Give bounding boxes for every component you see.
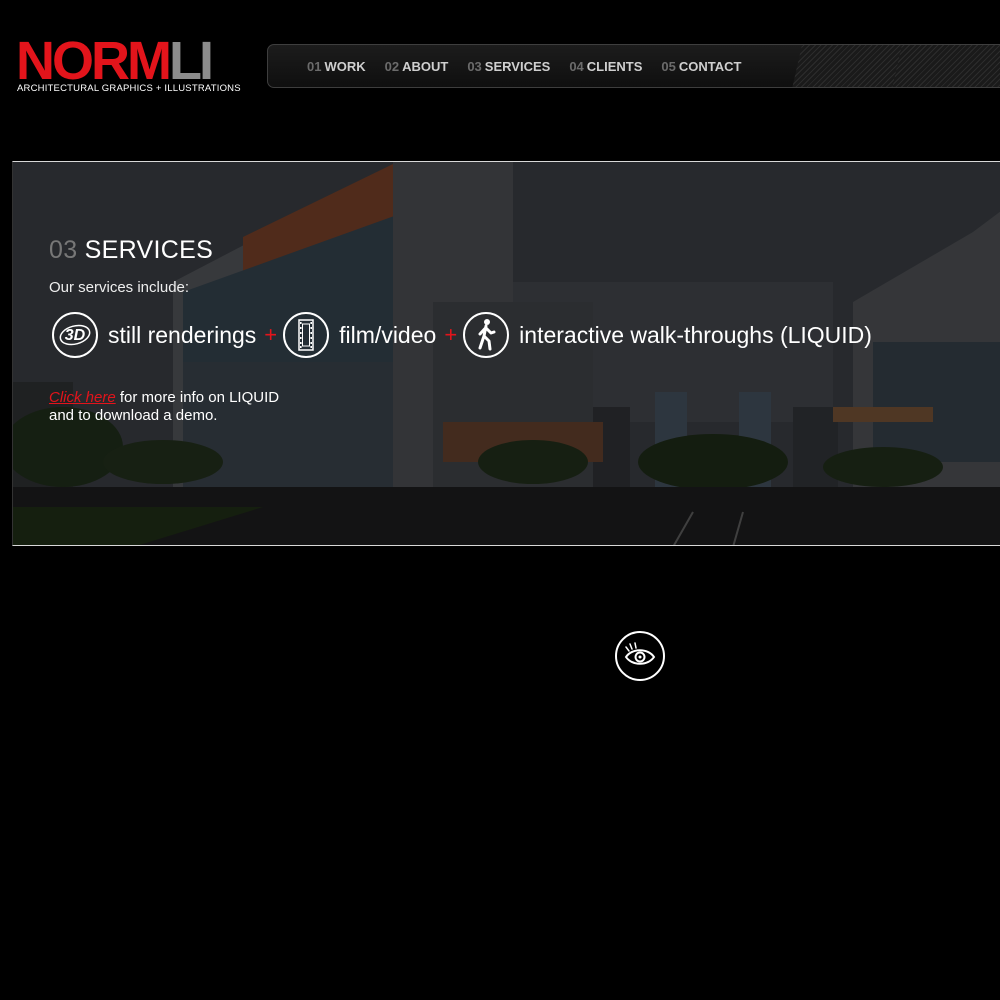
nav-item-number: 01: [307, 58, 322, 74]
nav-item-number: 04: [569, 58, 584, 74]
main-nav: 01 WORK 02 ABOUT 03 SERVICES 04 CLIENTS 05 CO…: [267, 44, 1000, 88]
logo-wordmark: NORMLI: [16, 34, 214, 88]
nav-item-number: 05: [661, 58, 676, 74]
services-hero: 03 SERVICES Our services include: 3D sti…: [12, 161, 1000, 546]
nav-item-label: WORK: [324, 58, 366, 74]
section-title-text: SERVICES: [84, 236, 214, 264]
nav-items: 01 WORK 02 ABOUT 03 SERVICES 04 CLIENTS 05 CO…: [307, 45, 760, 87]
nav-item-contact[interactable]: 05 CONTACT: [661, 59, 741, 74]
liquid-info: Click here for more info on LIQUID and t…: [49, 389, 279, 425]
nav-item-number: 02: [384, 58, 400, 74]
nav-item-label: CLIENTS: [586, 58, 643, 74]
nav-item-label: SERVICES: [484, 58, 551, 74]
services-list: 3D still renderings + film/video + inter…: [52, 309, 872, 361]
liquid-info-text-line2: and to download a demo.: [49, 407, 218, 424]
nav-stripe-decoration: [792, 45, 902, 87]
liquid-info-text: for more info on LIQUID: [115, 389, 280, 406]
logo[interactable]: NORMLI ARCHITECTURAL GRAPHICS + ILLUSTRA…: [16, 34, 248, 96]
nav-item-clients[interactable]: 04 CLIENTS: [569, 59, 642, 74]
logo-red-part: NORM: [16, 31, 172, 91]
logo-tagline: ARCHITECTURAL GRAPHICS + ILLUSTRATIONS: [17, 83, 241, 94]
nav-item-about[interactable]: 02 ABOUT: [385, 59, 449, 74]
nav-stripe-decoration: [892, 45, 1000, 87]
service-label-film: film/video: [339, 321, 437, 348]
nav-item-work[interactable]: 01 WORK: [307, 59, 366, 74]
eye-icon[interactable]: [615, 631, 665, 681]
service-label-walkthrough: interactive walk-throughs (LIQUID): [519, 321, 872, 348]
section-number: 03: [49, 236, 78, 264]
film-icon: [283, 312, 330, 358]
nav-item-label: ABOUT: [402, 58, 449, 74]
liquid-link[interactable]: Click here: [49, 389, 116, 406]
services-intro: Our services include:: [49, 279, 190, 296]
plus-separator: +: [264, 322, 278, 347]
svg-text:3D: 3D: [65, 327, 86, 344]
section-title: 03 SERVICES: [49, 236, 213, 265]
walker-icon: [463, 312, 510, 358]
plus-separator: +: [444, 322, 458, 347]
3d-icon: 3D: [52, 312, 98, 358]
nav-item-services[interactable]: 03 SERVICES: [467, 59, 550, 74]
logo-grey-part: LI: [168, 31, 214, 91]
nav-item-number: 03: [467, 58, 482, 74]
service-label-still: still renderings: [108, 321, 257, 348]
nav-item-label: CONTACT: [678, 58, 742, 74]
